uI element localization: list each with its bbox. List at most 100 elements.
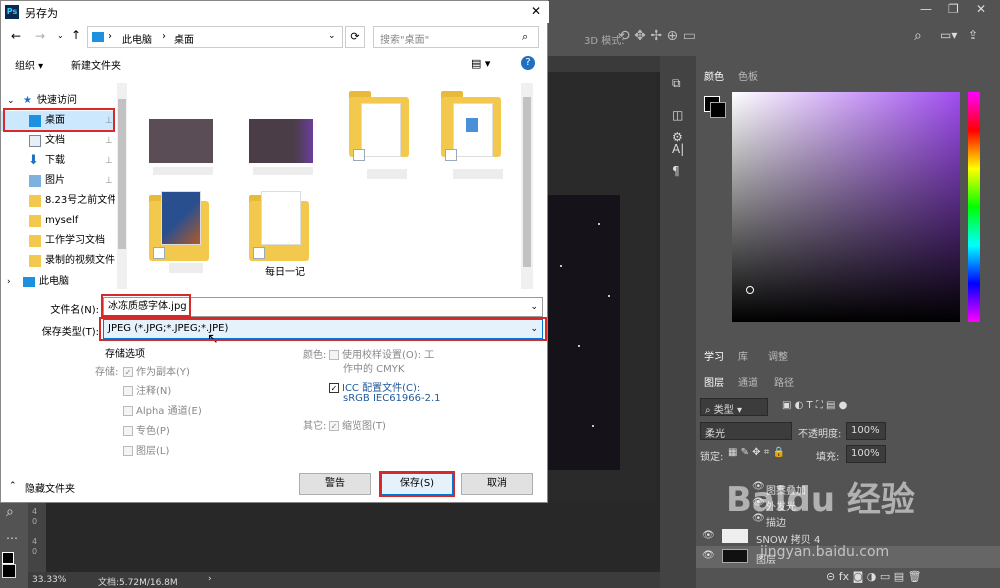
warning-button[interactable]: 警告 [299,473,371,495]
sidebar-item-desktop[interactable]: 桌面 ⊥ [1,111,115,131]
file-item[interactable] [139,91,231,191]
refresh-icon[interactable]: ⟳ [345,26,365,48]
breadcrumb[interactable]: › 此电脑 › 桌面 ⌄ [87,26,343,48]
forward-arrow-icon[interactable]: → [35,29,45,43]
tab-paths[interactable]: 路径 [774,374,794,389]
3d-orbit-icon[interactable]: ⟲ ✥ ✢ ⊕ ▭ [618,28,696,44]
tab-layers[interactable]: 图层 [704,374,724,389]
tab-adjustments[interactable]: 调整 [768,348,788,363]
option-thumbnail[interactable]: ✓ 缩览图(T) [329,417,386,432]
paragraph-icon[interactable]: ¶ [672,164,680,178]
canvas[interactable] [548,195,620,470]
search-icon[interactable]: ⌕ [914,28,922,44]
tab-learn[interactable]: 学习 [704,348,724,363]
chevron-down-icon[interactable]: ⌄ [7,91,15,111]
scrollbar-thumb[interactable] [523,97,531,267]
pin-icon[interactable]: ⊥ [105,111,113,131]
checkbox[interactable] [123,426,133,436]
chevron-right-icon[interactable]: › [7,275,11,289]
option-icc-profile[interactable]: ✓ ICC 配置文件(C): [329,379,420,394]
up-arrow-icon[interactable]: ↑ [71,28,81,42]
tab-channels[interactable]: 通道 [738,374,758,389]
layer-actions-icons[interactable]: ⊝ fx ◙ ◑ ▭ ▤ 🗑 [826,570,922,583]
file-item[interactable] [339,83,431,183]
option-proof-setup[interactable]: 使用校样设置(O): 工 [329,346,434,361]
sidebar-item-folder[interactable]: 8.23号之前文件 [1,191,115,211]
zoom-tool-icon[interactable]: ⌕ [6,504,14,520]
lock-icons[interactable]: ▦ ✎ ✥ ⌗ 🔒 [728,447,785,458]
character-icon[interactable]: A| [672,142,684,156]
sidebar-item-pictures[interactable]: 图片 ⊥ [1,171,115,191]
sidebar-item-folder[interactable]: myself [1,211,115,231]
scrollbar-thumb[interactable] [118,99,126,249]
filter-icons[interactable]: ▣ ◐ T ⛶ ▤ ● [782,400,847,411]
layer-filter-select[interactable]: ⌕ 类型 ▾ [700,398,768,416]
tab-color[interactable]: 颜色 [704,68,724,83]
eye-icon[interactable]: 👁 [702,550,715,561]
checkbox[interactable] [123,386,133,396]
breadcrumb-item[interactable]: 桌面 [174,31,194,46]
chevron-up-icon[interactable]: ⌃ [9,481,17,491]
pin-icon[interactable]: ⊥ [105,131,113,151]
checkbox[interactable] [123,446,133,456]
option-spot-colors[interactable]: 专色(P) [123,422,170,437]
back-arrow-icon[interactable]: ← [11,29,21,43]
blend-mode-select[interactable]: 柔光 [700,422,792,440]
sidebar-item-folder[interactable]: 录制的视频文件 [1,251,115,271]
file-item[interactable] [139,187,231,287]
sidebar-item-this-pc[interactable]: › 此电脑 [1,275,115,289]
workspace-icon[interactable]: ▭▾ [940,28,957,42]
option-alpha-channels[interactable]: Alpha 通道(E) [123,402,202,417]
option-annotations[interactable]: 注释(N) [123,382,171,397]
close-icon[interactable]: ✕ [976,2,986,16]
help-icon[interactable]: ? [521,56,535,70]
hide-folders-button[interactable]: 隐藏文件夹 [25,480,75,495]
new-folder-button[interactable]: 新建文件夹 [71,57,121,72]
file-item[interactable] [431,83,523,183]
foreground-color-swatch[interactable] [2,552,14,564]
files-scrollbar[interactable] [521,83,533,289]
pin-icon[interactable]: ⊥ [105,151,113,171]
opacity-input[interactable]: 100% [846,422,886,440]
sidebar-item-quick-access[interactable]: ⌄ ★ 快速访问 [1,91,115,111]
color-picker-cursor[interactable] [746,286,754,294]
history-icon[interactable]: ⧉ [672,76,681,91]
save-button[interactable]: 保存(S) [381,473,453,495]
chevron-down-icon[interactable]: ⌄ [57,31,64,40]
organize-button[interactable]: 组织 ▾ [15,57,43,72]
pin-icon[interactable]: ⊥ [105,171,113,191]
checkbox[interactable] [123,406,133,416]
filetype-select[interactable]: JPEG (*.JPG;*.JPEG;*.JPE) ⌄ [103,319,543,339]
tab-libraries[interactable]: 库 [738,348,748,363]
checkbox[interactable]: ✓ [329,421,339,431]
zoom-level[interactable]: 33.33% [32,575,66,585]
maximize-icon[interactable]: ❐ [948,2,959,16]
cancel-button[interactable]: 取消 [461,473,533,495]
checkbox-checked[interactable]: ✓ [329,383,339,393]
eye-icon[interactable]: 👁 [702,530,715,541]
background-color-swatch[interactable] [2,564,16,578]
search-input[interactable]: 搜索"桌面" ⌕ [373,26,539,48]
sidebar-item-documents[interactable]: 文档 ⊥ [1,131,115,151]
fill-input[interactable]: 100% [846,445,886,463]
checkbox[interactable] [329,350,339,360]
color-field[interactable] [732,92,960,322]
close-icon[interactable]: ✕ [531,4,541,18]
sidebar-item-downloads[interactable]: ⬇ 下载 ⊥ [1,151,115,171]
hue-slider[interactable] [968,92,980,322]
file-item[interactable]: 每日一记 [239,187,331,287]
properties-icon[interactable]: ◫ [672,108,683,122]
checkbox[interactable]: ✓ [123,367,133,377]
option-as-copy[interactable]: ✓ 作为副本(Y) [123,363,190,378]
sidebar-scrollbar[interactable] [117,83,127,289]
more-tools-icon[interactable]: … [6,528,18,542]
chevron-down-icon[interactable]: ⌄ [328,31,336,41]
view-options-icon[interactable]: ▤ ▾ [471,57,490,70]
bg-color-swatch[interactable] [710,102,726,118]
chevron-down-icon[interactable]: ⌄ [530,320,538,338]
breadcrumb-item[interactable]: 此电脑 [122,31,152,46]
filename-input[interactable]: 冰冻质感字体.jpg ⌄ [103,297,543,317]
sidebar-item-folder[interactable]: 工作学习文档 [1,231,115,251]
file-item[interactable] [239,91,331,191]
chevron-right-icon[interactable]: › [208,574,212,584]
